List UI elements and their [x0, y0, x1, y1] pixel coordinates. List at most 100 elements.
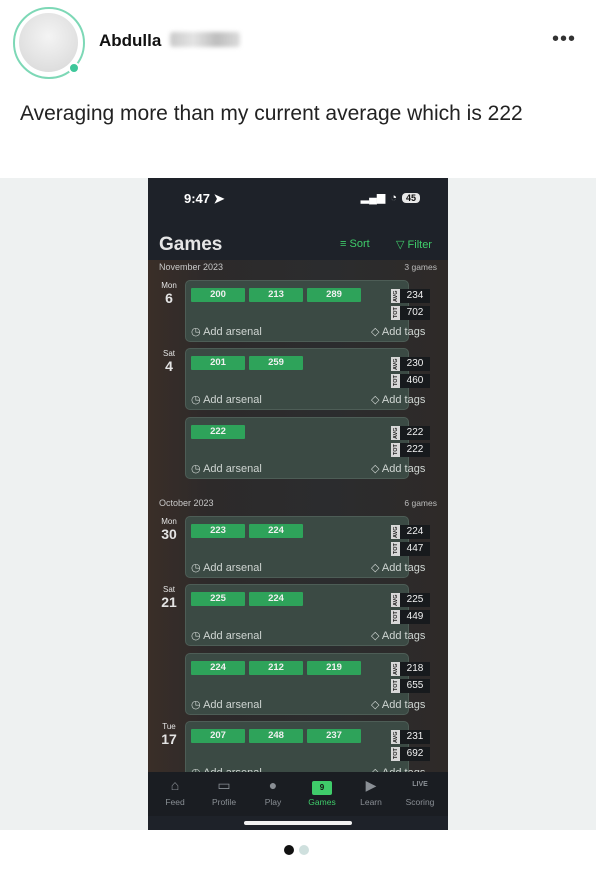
status-time: 9:47: [184, 191, 211, 206]
game-score: 207: [191, 729, 245, 743]
tot-value: 460: [400, 374, 430, 388]
tag-icon: ◇: [371, 562, 380, 574]
sort-icon: ≡: [340, 238, 347, 250]
game-score: 237: [307, 729, 361, 743]
section-count: 6 games: [404, 498, 437, 508]
game-score: 212: [249, 661, 303, 675]
location-arrow-icon: ➤: [213, 191, 225, 206]
game-card[interactable]: 222 AVG 222 TOT 222 ◷ Add arsenal ◇ Add …: [185, 417, 430, 479]
tot-value: 447: [400, 542, 430, 556]
tag-icon: ◇: [371, 326, 380, 338]
add-tags-button[interactable]: ◇ Add tags: [371, 629, 425, 642]
avg-value: 234: [400, 289, 430, 303]
tab-scoring[interactable]: LIVE Scoring: [395, 776, 445, 807]
sort-button[interactable]: ≡ Sort: [340, 238, 370, 250]
tag-icon: ◇: [371, 630, 380, 642]
games-list[interactable]: November 2023 3 games Mon 6 200 213 289 …: [148, 260, 448, 772]
tag-icon: ◇: [371, 463, 380, 475]
day-label: Tue 17: [161, 722, 177, 747]
game-card[interactable]: 225 224 AVG 225 TOT 449 ◷ Add arsenal ◇ …: [185, 584, 430, 646]
add-arsenal-button[interactable]: ◷ Add arsenal: [191, 462, 262, 475]
game-card[interactable]: 224 212 219 AVG 218 TOT 655 ◷ Add arsena…: [185, 653, 430, 715]
day-label: Mon 6: [161, 281, 177, 306]
add-tags-button[interactable]: ◇ Add tags: [371, 462, 425, 475]
battery-indicator: 45: [401, 192, 420, 203]
online-status-dot: [68, 62, 80, 74]
game-card[interactable]: 207 248 237 AVG 231 TOT 692 ◷ Add arsena…: [185, 721, 430, 772]
status-bar: 9:47 ➤ ▂▄▆ ◔ 45: [148, 178, 448, 218]
game-score: 223: [191, 524, 245, 538]
author-name[interactable]: Abdulla: [99, 31, 161, 51]
section-header: November 2023 3 games: [148, 262, 448, 276]
game-score: 219: [307, 661, 361, 675]
avatar[interactable]: [13, 7, 85, 79]
page-title: Games: [159, 234, 223, 255]
add-tags-button[interactable]: ◇ Add tags: [371, 393, 425, 406]
clock-icon: ◷: [191, 463, 201, 475]
game-card[interactable]: 201 259 AVG 230 TOT 460 ◷ Add arsenal ◇ …: [185, 348, 430, 410]
clock-icon: ◷: [191, 630, 201, 642]
day-label: Sat 21: [161, 585, 177, 610]
id-card-icon: ▭: [217, 777, 231, 793]
avg-value: 225: [400, 593, 430, 607]
home-indicator: [244, 821, 352, 825]
play-circle-icon: ▶: [365, 777, 377, 793]
tab-play[interactable]: ● Play: [248, 776, 298, 807]
post-media[interactable]: 9:47 ➤ ▂▄▆ ◔ 45 Games ≡ Sort ▽ Filter No…: [0, 178, 596, 830]
tab-profile[interactable]: ▭ Profile: [199, 776, 249, 807]
tot-value: 692: [400, 747, 430, 761]
games-icon: 9: [312, 781, 332, 795]
home-icon: ⌂: [170, 777, 180, 793]
live-icon: LIVE: [412, 781, 428, 788]
avg-value: 222: [400, 426, 430, 440]
day-label: Mon 30: [161, 517, 177, 542]
game-score: 200: [191, 288, 245, 302]
tab-learn[interactable]: ▶ Learn: [346, 776, 396, 807]
tot-value: 222: [400, 443, 430, 457]
tab-bar: ⌂ Feed ▭ Profile ● Play 9 Games ▶ Learn …: [148, 772, 448, 816]
redacted-surname: [170, 32, 240, 47]
add-tags-button[interactable]: ◇ Add tags: [371, 698, 425, 711]
game-card[interactable]: 200 213 289 AVG 234 TOT 702 ◷ Add arsena…: [185, 280, 430, 342]
game-score: 201: [191, 356, 245, 370]
game-score: 259: [249, 356, 303, 370]
tag-icon: ◇: [371, 394, 380, 406]
game-score: 224: [191, 661, 245, 675]
game-score: 225: [191, 592, 245, 606]
carousel-dot[interactable]: [284, 845, 294, 855]
add-arsenal-button[interactable]: ◷ Add arsenal: [191, 561, 262, 574]
tab-feed[interactable]: ⌂ Feed: [150, 776, 200, 807]
clock-icon: ◷: [191, 562, 201, 574]
avg-value: 230: [400, 357, 430, 371]
add-arsenal-button[interactable]: ◷ Add arsenal: [191, 393, 262, 406]
add-arsenal-button[interactable]: ◷ Add arsenal: [191, 629, 262, 642]
section-month: November 2023: [159, 262, 224, 272]
tot-value: 449: [400, 610, 430, 624]
section-month: October 2023: [159, 498, 214, 508]
filter-button[interactable]: ▽ Filter: [396, 238, 432, 251]
phone-screenshot: 9:47 ➤ ▂▄▆ ◔ 45 Games ≡ Sort ▽ Filter No…: [148, 178, 448, 830]
day-label: Sat 4: [162, 349, 175, 374]
section-header: October 2023 6 games: [148, 498, 448, 512]
bowling-ball-icon: ●: [268, 777, 278, 793]
tot-value: 655: [400, 679, 430, 693]
tot-value: 702: [400, 306, 430, 320]
add-tags-button[interactable]: ◇ Add tags: [371, 561, 425, 574]
game-score: 213: [249, 288, 303, 302]
carousel-dot[interactable]: [299, 845, 309, 855]
game-card[interactable]: 223 224 AVG 224 TOT 447 ◷ Add arsenal ◇ …: [185, 516, 430, 578]
avg-value: 231: [400, 730, 430, 744]
tab-games[interactable]: 9 Games: [297, 776, 347, 807]
add-arsenal-button[interactable]: ◷ Add arsenal: [191, 325, 262, 338]
add-arsenal-button[interactable]: ◷ Add arsenal: [191, 698, 262, 711]
section-count: 3 games: [404, 262, 437, 272]
wifi-icon: ◔: [390, 191, 397, 204]
game-score: 222: [191, 425, 245, 439]
filter-icon: ▽: [396, 239, 405, 251]
tag-icon: ◇: [371, 699, 380, 711]
game-score: 289: [307, 288, 361, 302]
more-options-button[interactable]: •••: [552, 28, 576, 51]
clock-icon: ◷: [191, 326, 201, 338]
post-text: Averaging more than my current average w…: [20, 102, 523, 125]
add-tags-button[interactable]: ◇ Add tags: [371, 325, 425, 338]
